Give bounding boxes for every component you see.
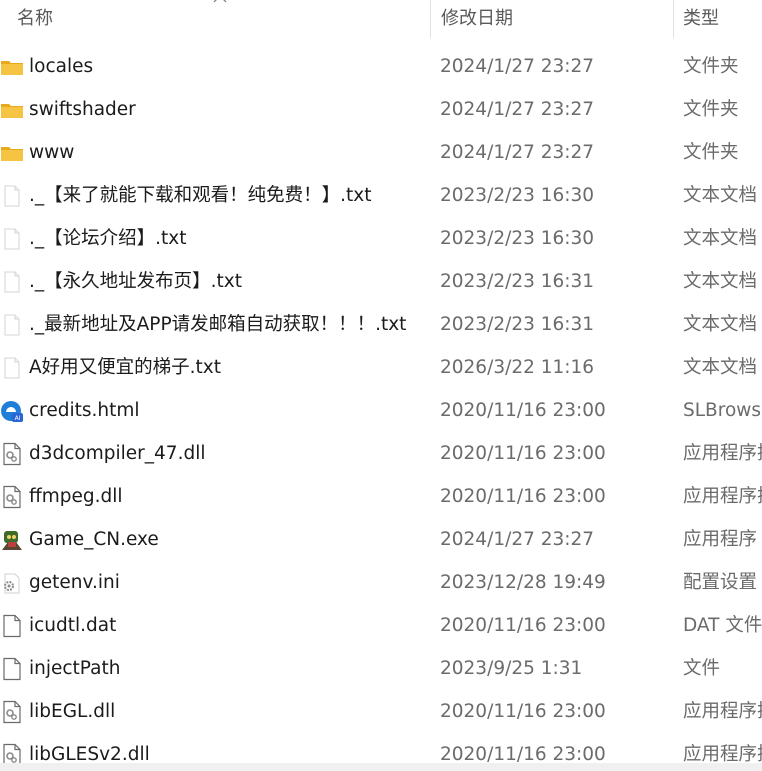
file-modified-date: 2023/2/23 16:30 <box>440 185 595 206</box>
dll-file-icon <box>0 700 24 724</box>
file-row[interactable]: www 2024/1/27 23:27 文件夹 <box>0 131 762 174</box>
file-type: DAT 文件 <box>683 615 762 636</box>
file-name: ._【来了就能下载和观看！纯免费！】.txt <box>29 185 372 206</box>
file-row[interactable]: injectPath 2023/9/25 1:31 文件 <box>0 647 762 690</box>
file-type: 文件 <box>683 658 721 679</box>
file-modified-date: 2023/12/28 19:49 <box>440 572 606 593</box>
file-type: 文本文档 <box>683 314 758 335</box>
file-type: 文本文档 <box>683 357 758 378</box>
column-divider[interactable] <box>673 0 674 38</box>
file-modified-date: 2026/3/22 11:16 <box>440 357 595 378</box>
file-name: www <box>29 142 75 163</box>
folder-icon <box>0 98 24 122</box>
file-modified-date: 2020/11/16 23:00 <box>440 701 606 722</box>
file-name: ._【永久地址发布页】.txt <box>29 271 242 292</box>
file-row[interactable]: ._【论坛介绍】.txt 2023/2/23 16:30 文本文档 <box>0 217 762 260</box>
file-row[interactable]: AI credits.html 2020/11/16 23:00 SLBrowser <box>0 389 762 432</box>
file-name: ffmpeg.dll <box>29 486 123 507</box>
file-type: 文件夹 <box>683 99 739 120</box>
horizontal-scrollbar[interactable] <box>0 763 762 771</box>
text-file-icon <box>0 227 24 251</box>
file-row[interactable]: A好用又便宜的梯子.txt 2026/3/22 11:16 文本文档 <box>0 346 762 389</box>
file-name: credits.html <box>29 400 140 421</box>
file-row[interactable]: Game_CN.exe 2024/1/27 23:27 应用程序 <box>0 518 762 561</box>
dll-file-icon <box>0 442 24 466</box>
file-modified-date: 2020/11/16 23:00 <box>440 615 606 636</box>
blank-file-icon <box>0 614 24 638</box>
svg-text:AI: AI <box>15 415 21 422</box>
text-file-icon <box>0 356 24 380</box>
folder-icon <box>0 141 24 165</box>
file-row[interactable]: ffmpeg.dll 2020/11/16 23:00 应用程序扩 <box>0 475 762 518</box>
file-name: ._【论坛介绍】.txt <box>29 228 187 249</box>
file-name: A好用又便宜的梯子.txt <box>29 357 221 378</box>
file-row[interactable]: locales 2024/1/27 23:27 文件夹 <box>0 45 762 88</box>
file-type: 应用程序 <box>683 529 758 550</box>
column-header-type[interactable]: 类型 <box>683 0 719 38</box>
text-file-icon <box>0 270 24 294</box>
file-type: 文件夹 <box>683 142 739 163</box>
file-modified-date: 2024/1/27 23:27 <box>440 142 595 163</box>
file-row[interactable]: ._【永久地址发布页】.txt 2023/2/23 16:31 文本文档 <box>0 260 762 303</box>
file-name: libEGL.dll <box>29 701 116 722</box>
file-row[interactable]: icudtl.dat 2020/11/16 23:00 DAT 文件 <box>0 604 762 647</box>
text-file-icon <box>0 313 24 337</box>
file-name: injectPath <box>29 658 121 679</box>
file-name: locales <box>29 56 94 77</box>
text-file-icon <box>0 184 24 208</box>
file-modified-date: 2020/11/16 23:00 <box>440 400 606 421</box>
file-modified-date: 2024/1/27 23:27 <box>440 56 595 77</box>
file-type: 应用程序扩 <box>683 701 762 722</box>
dll-file-icon <box>0 485 24 509</box>
file-name: icudtl.dat <box>29 615 117 636</box>
file-type: 文件夹 <box>683 56 739 77</box>
file-row[interactable]: d3dcompiler_47.dll 2020/11/16 23:00 应用程序扩 <box>0 432 762 475</box>
file-modified-date: 2020/11/16 23:00 <box>440 486 606 507</box>
column-header-date[interactable]: 修改日期 <box>441 0 513 38</box>
sort-ascending-icon <box>213 0 227 3</box>
file-modified-date: 2023/2/23 16:31 <box>440 271 595 292</box>
settings-file-icon <box>0 571 24 595</box>
column-header-bar: 名称 修改日期 类型 <box>0 0 762 38</box>
file-type: 配置设置 <box>683 572 758 593</box>
folder-icon <box>0 55 24 79</box>
file-name: swiftshader <box>29 99 136 120</box>
file-type: 应用程序扩 <box>683 486 762 507</box>
file-row[interactable]: ._【来了就能下载和观看！纯免费！】.txt 2023/2/23 16:30 文本文… <box>0 174 762 217</box>
file-name: Game_CN.exe <box>29 529 159 550</box>
file-type: 文本文档 <box>683 271 758 292</box>
file-row[interactable]: getenv.ini 2023/12/28 19:49 配置设置 <box>0 561 762 604</box>
file-type: 文本文档 <box>683 185 758 206</box>
file-type: 应用程序扩 <box>683 443 762 464</box>
file-modified-date: 2023/2/23 16:31 <box>440 314 595 335</box>
game-exe-icon <box>0 528 24 552</box>
file-name: ._最新地址及APP请发邮箱自动获取！！！.txt <box>29 314 407 335</box>
browser-icon: AI <box>0 399 24 423</box>
file-modified-date: 2023/9/25 1:31 <box>440 658 583 679</box>
file-modified-date: 2024/1/27 23:27 <box>440 99 595 120</box>
file-row[interactable]: ._最新地址及APP请发邮箱自动获取！！！.txt 2023/2/23 16:31… <box>0 303 762 346</box>
file-modified-date: 2023/2/23 16:30 <box>440 228 595 249</box>
blank-file-icon <box>0 657 24 681</box>
file-modified-date: 2020/11/16 23:00 <box>440 443 606 464</box>
column-header-name[interactable]: 名称 <box>17 0 53 38</box>
file-row[interactable]: libEGL.dll 2020/11/16 23:00 应用程序扩 <box>0 690 762 733</box>
column-divider[interactable] <box>430 0 431 38</box>
file-list: 名称 修改日期 类型 locales 2024/1/27 23:27 文件夹 swif… <box>0 0 762 771</box>
file-row[interactable]: swiftshader 2024/1/27 23:27 文件夹 <box>0 88 762 131</box>
file-modified-date: 2024/1/27 23:27 <box>440 529 595 550</box>
file-name: d3dcompiler_47.dll <box>29 443 206 464</box>
file-name: getenv.ini <box>29 572 120 593</box>
file-type: 文本文档 <box>683 228 758 249</box>
file-type: SLBrowser <box>683 400 762 421</box>
